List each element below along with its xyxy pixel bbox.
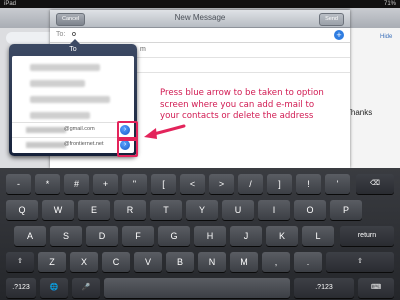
contact-email: @frontiernet.net [64, 141, 104, 147]
annotation-line: screen where you can add e-mail to [160, 99, 315, 110]
key-j[interactable]: J [230, 226, 262, 246]
key[interactable]: ' [325, 174, 350, 194]
pointer-arrow-icon [144, 124, 186, 139]
message-toolbar [350, 8, 400, 28]
to-label: To: [56, 31, 66, 38]
recipient-list: @gmail.com › @frontiernet.net › [12, 56, 134, 153]
delete-key[interactable]: ⌫ [356, 174, 394, 194]
key-w[interactable]: W [42, 200, 74, 220]
key-g[interactable]: G [158, 226, 190, 246]
compose-nav-bar: Cancel New Message Send [50, 10, 350, 28]
send-button[interactable]: Send [319, 13, 344, 26]
key-s[interactable]: S [50, 226, 82, 246]
blurred-entry [30, 80, 85, 87]
status-bar: iPad 71% [0, 0, 400, 8]
globe-key[interactable]: 🌐 [40, 278, 68, 298]
blurred-entry [30, 96, 110, 103]
numbers-key-right[interactable]: .?123 [294, 278, 354, 298]
key[interactable]: [ [151, 174, 176, 194]
key[interactable]: + [93, 174, 118, 194]
annotation-text: Press blue arrow to be taken to option s… [160, 88, 340, 123]
key[interactable]: * [35, 174, 60, 194]
key[interactable]: / [238, 174, 263, 194]
key[interactable]: " [122, 174, 147, 194]
shift-key[interactable]: ⇧ [6, 252, 34, 272]
key[interactable]: > [209, 174, 234, 194]
microphone-icon[interactable]: 🎤 [72, 278, 100, 298]
key-z[interactable]: Z [38, 252, 66, 272]
contact-email: @gmail.com [64, 126, 95, 132]
key[interactable]: ! [296, 174, 321, 194]
key-i[interactable]: I [258, 200, 290, 220]
blurred-name [26, 127, 66, 133]
key-comma[interactable]: , [262, 252, 290, 272]
key-k[interactable]: K [266, 226, 298, 246]
key-b[interactable]: B [166, 252, 194, 272]
highlight-box [117, 137, 138, 157]
compose-title: New Message [174, 13, 226, 22]
annotation-line: your contacts or delete the address [160, 111, 314, 121]
key-a[interactable]: A [14, 226, 46, 246]
space-key[interactable] [104, 278, 290, 298]
key-v[interactable]: V [134, 252, 162, 272]
return-key[interactable]: return [340, 226, 394, 246]
cc-row-text: m [140, 46, 146, 53]
blurred-entry [30, 112, 90, 119]
key-r[interactable]: R [114, 200, 146, 220]
blurred-entry [30, 64, 100, 71]
message-panel: Hide Thanks [346, 8, 400, 168]
status-battery: 71% [383, 1, 396, 7]
key-period[interactable]: . [294, 252, 322, 272]
to-input[interactable]: o [72, 31, 76, 38]
key-y[interactable]: Y [186, 200, 218, 220]
key[interactable]: - [6, 174, 31, 194]
key-h[interactable]: H [194, 226, 226, 246]
numbers-key[interactable]: .?123 [6, 278, 36, 298]
key-u[interactable]: U [222, 200, 254, 220]
key-q[interactable]: Q [6, 200, 38, 220]
key-l[interactable]: L [302, 226, 334, 246]
key-c[interactable]: C [102, 252, 130, 272]
popover-title: To [69, 46, 77, 53]
key-m[interactable]: M [230, 252, 258, 272]
hide-keyboard-key[interactable]: ⌨ [358, 278, 394, 298]
key[interactable]: # [64, 174, 89, 194]
add-contact-icon[interactable]: + [334, 30, 344, 40]
key[interactable]: < [180, 174, 205, 194]
key-f[interactable]: F [122, 226, 154, 246]
key-n[interactable]: N [198, 252, 226, 272]
key[interactable]: ] [267, 174, 292, 194]
to-field-row[interactable]: To: o + [50, 28, 350, 43]
key-p[interactable]: P [330, 200, 362, 220]
shift-key-right[interactable]: ⇧ [326, 252, 394, 272]
blurred-name [26, 142, 66, 148]
annotation-line: Press blue arrow to be taken to option [160, 88, 324, 98]
status-carrier: iPad [4, 1, 17, 7]
key-e[interactable]: E [78, 200, 110, 220]
key-o[interactable]: O [294, 200, 326, 220]
popover-arrow [69, 39, 81, 45]
contact-row[interactable]: @gmail.com › [12, 122, 134, 137]
key-d[interactable]: D [86, 226, 118, 246]
hide-link[interactable]: Hide [380, 34, 392, 40]
keyboard: - * # + " [ < > / ] ! ' ⌫ Q W E R T Y U … [0, 168, 400, 300]
contact-row[interactable]: @frontiernet.net › [12, 137, 134, 152]
key-t[interactable]: T [150, 200, 182, 220]
key-x[interactable]: X [70, 252, 98, 272]
